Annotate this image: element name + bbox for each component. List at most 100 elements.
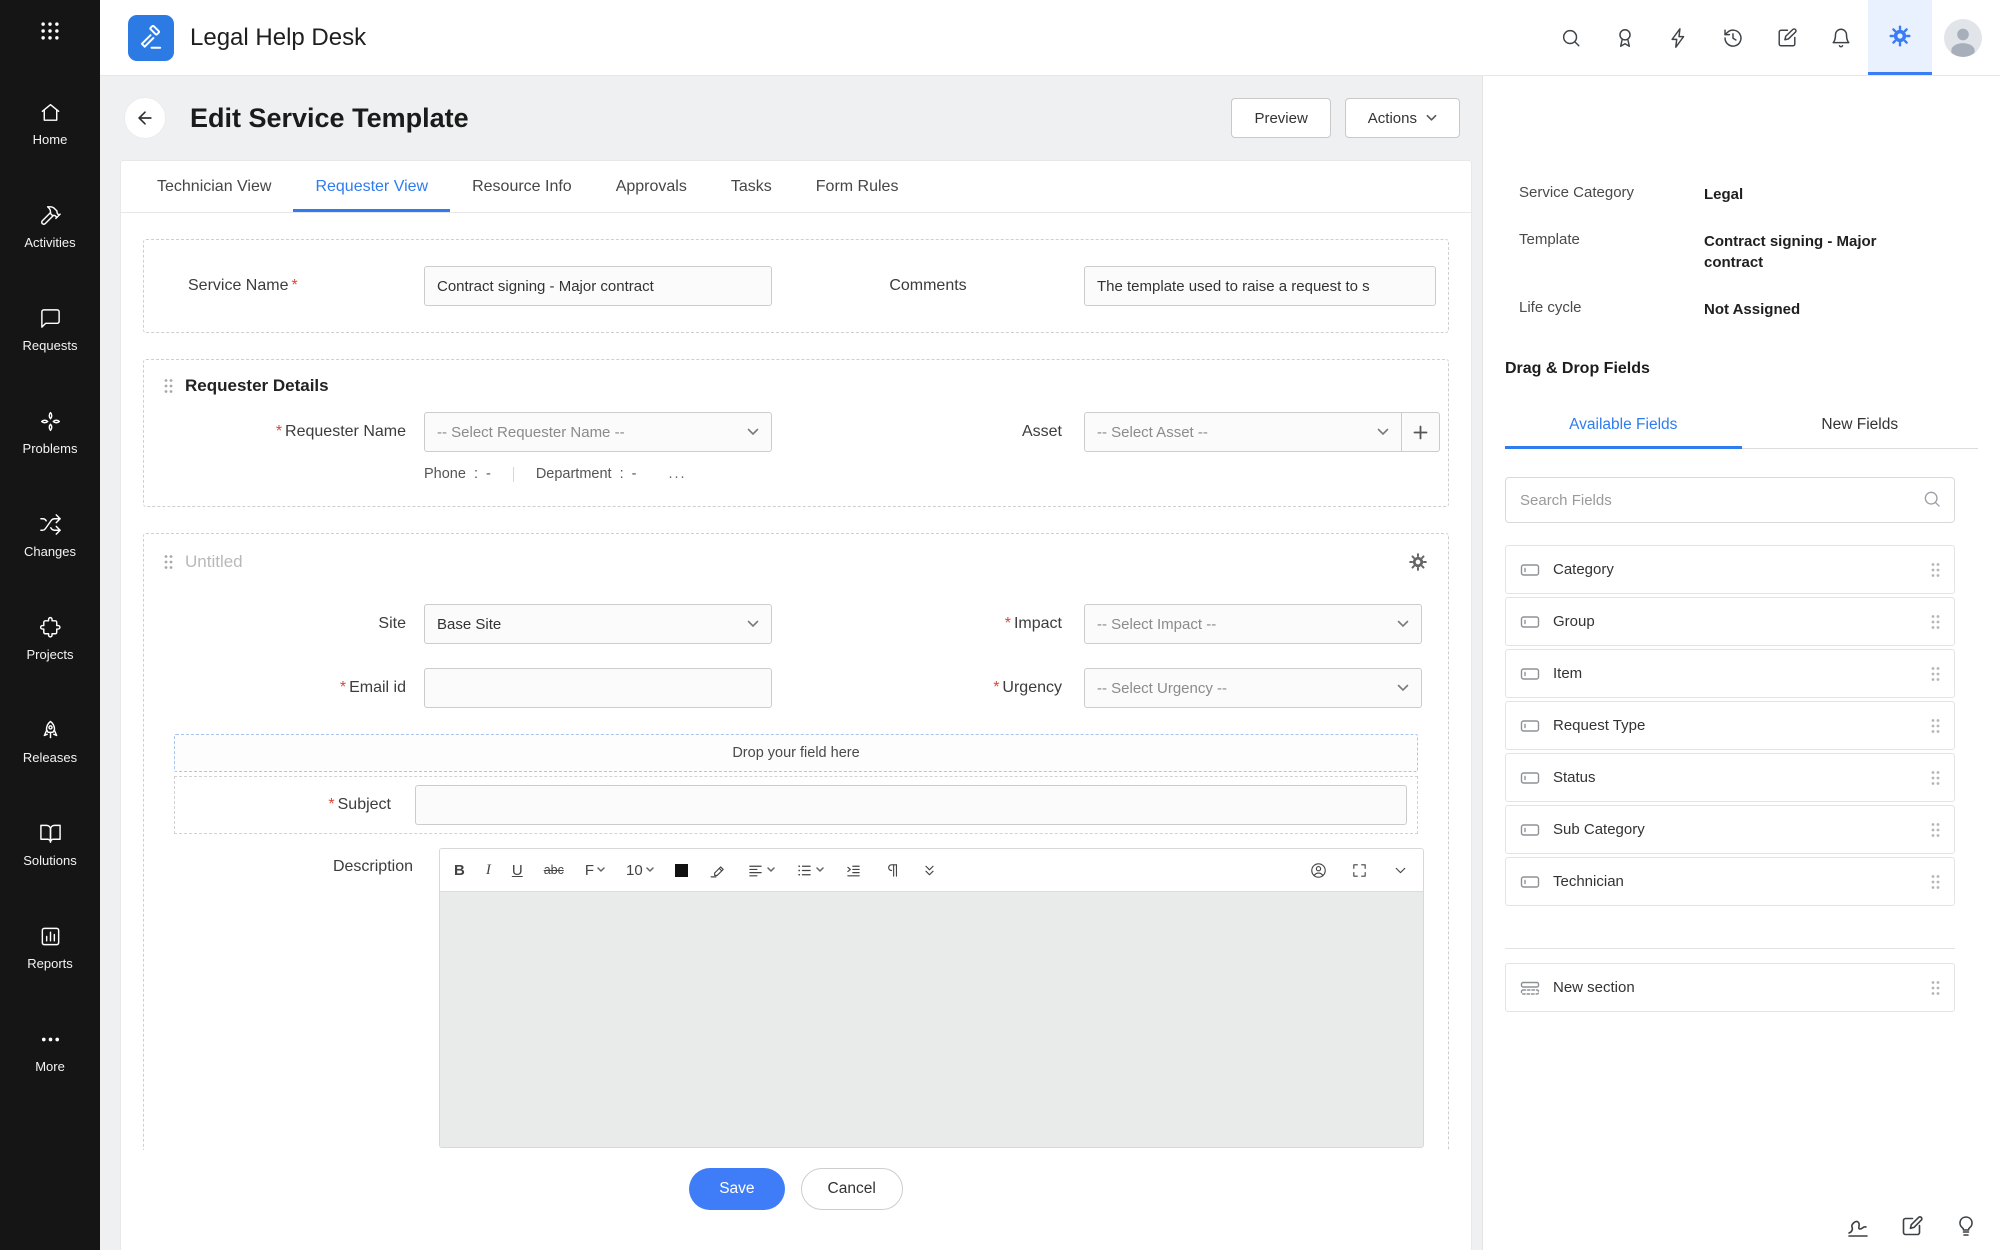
site-label: Site [144,615,424,633]
requester-name-select[interactable]: -- Select Requester Name -- [424,412,772,452]
drag-handle-icon[interactable] [164,378,173,394]
settings-tab-active[interactable] [1868,0,1932,75]
field-item-category[interactable]: Category [1505,545,1955,594]
sidebar-item-more[interactable]: More [0,999,100,1102]
badge-icon[interactable] [1598,0,1652,75]
sidebar-item-changes[interactable]: Changes [0,484,100,587]
tab-requester-view[interactable]: Requester View [293,161,450,212]
drag-handle-icon[interactable] [1931,822,1940,838]
more-details-button[interactable]: ... [668,466,686,482]
font-family-button[interactable]: F [585,862,605,879]
chevron-down-icon [1392,862,1409,879]
history-icon[interactable] [1706,0,1760,75]
tab-resource-info[interactable]: Resource Info [450,161,594,212]
bell-icon[interactable] [1814,0,1868,75]
projects-icon [39,616,62,639]
comments-input[interactable] [1084,266,1436,306]
font-family-label: F [585,862,594,879]
fullscreen-button[interactable] [1351,862,1368,879]
more-formats-button[interactable] [921,862,938,879]
section-settings-gear-icon[interactable] [1408,552,1428,572]
apps-grid-icon [39,20,61,42]
urgency-select[interactable]: -- Select Urgency -- [1084,668,1422,708]
app-launcher-button[interactable] [0,0,100,62]
actions-button[interactable]: Actions [1345,98,1460,138]
field-item-sub-category[interactable]: Sub Category [1505,805,1955,854]
align-icon [747,862,764,879]
tab-technician-view[interactable]: Technician View [135,161,293,212]
service-name-input[interactable] [424,266,772,306]
sidebar-item-home[interactable]: Home [0,72,100,175]
app-title: Legal Help Desk [190,24,366,52]
text-direction-button[interactable] [883,862,900,879]
service-name-block: Service Name* Comments [143,239,1449,333]
sidebar-item-releases[interactable]: Releases [0,690,100,793]
chevron-down-icon [646,867,654,873]
add-asset-button[interactable] [1402,412,1440,452]
underline-button[interactable]: U [512,862,523,879]
drag-handle-icon[interactable] [1931,718,1940,734]
impact-select[interactable]: -- Select Impact -- [1084,604,1422,644]
sidebar-item-activities[interactable]: Activities [0,175,100,278]
sidebar-item-problems[interactable]: Problems [0,381,100,484]
reports-icon [39,925,62,948]
drag-handle-icon[interactable] [1931,666,1940,682]
drag-handle-icon[interactable] [1931,980,1940,996]
template-editor-card: Technician View Requester View Resource … [120,160,1472,1250]
collapse-toolbar-button[interactable] [1392,862,1409,879]
lightning-icon[interactable] [1652,0,1706,75]
chevron-down-icon [816,867,824,873]
tab-new-fields[interactable]: New Fields [1742,402,1979,449]
tab-available-fields[interactable]: Available Fields [1505,402,1742,449]
drag-handle-icon[interactable] [1931,874,1940,890]
drag-handle-icon[interactable] [164,554,173,570]
sidebar-item-requests[interactable]: Requests [0,278,100,381]
search-icon[interactable] [1544,0,1598,75]
drag-handle-icon[interactable] [1931,770,1940,786]
bold-button[interactable]: B [454,862,465,879]
align-button[interactable] [747,862,775,879]
user-avatar[interactable] [1944,19,1982,57]
tab-tasks[interactable]: Tasks [709,161,794,212]
feedback-icon[interactable] [1760,0,1814,75]
lightbulb-icon[interactable] [1954,1214,1978,1238]
new-section-item[interactable]: New section [1505,963,1955,1012]
drag-handle-icon[interactable] [1931,614,1940,630]
service-category-value: Legal [1704,184,1929,205]
field-item-technician[interactable]: Technician [1505,857,1955,906]
sidebar-item-projects[interactable]: Projects [0,587,100,690]
mention-user-button[interactable] [1310,862,1327,879]
save-button[interactable]: Save [689,1168,784,1210]
site-select[interactable]: Base Site [424,604,772,644]
rich-text-editor: B I U abc F 10 [439,848,1424,1148]
field-item-status[interactable]: Status [1505,753,1955,802]
field-item-request-type[interactable]: Request Type [1505,701,1955,750]
drag-handle-icon[interactable] [1931,562,1940,578]
drag-drop-title: Drag & Drop Fields [1505,360,2000,378]
signature-icon[interactable] [1846,1214,1870,1238]
field-item-item[interactable]: Item [1505,649,1955,698]
font-color-button[interactable] [675,864,688,877]
subject-input[interactable] [415,785,1407,825]
sidebar-item-reports[interactable]: Reports [0,896,100,999]
field-item-group[interactable]: Group [1505,597,1955,646]
highlight-button[interactable] [709,862,726,879]
list-button[interactable] [796,862,824,879]
indent-button[interactable] [845,862,862,879]
description-textarea[interactable] [440,891,1423,1147]
compose-icon[interactable] [1900,1214,1924,1238]
email-input[interactable] [424,668,772,708]
field-type-icon [1520,560,1540,580]
asset-select[interactable]: -- Select Asset -- [1084,412,1402,452]
strikethrough-button[interactable]: abc [544,863,564,877]
tab-approvals[interactable]: Approvals [594,161,709,212]
preview-button[interactable]: Preview [1231,98,1330,138]
font-size-button[interactable]: 10 [626,862,654,879]
italic-button[interactable]: I [486,862,491,879]
back-button[interactable] [124,97,166,139]
search-fields-input[interactable] [1505,477,1955,523]
sidebar-item-solutions[interactable]: Solutions [0,793,100,896]
tab-form-rules[interactable]: Form Rules [794,161,921,212]
cancel-button[interactable]: Cancel [801,1168,903,1210]
field-drop-zone[interactable]: Drop your field here [174,734,1418,772]
